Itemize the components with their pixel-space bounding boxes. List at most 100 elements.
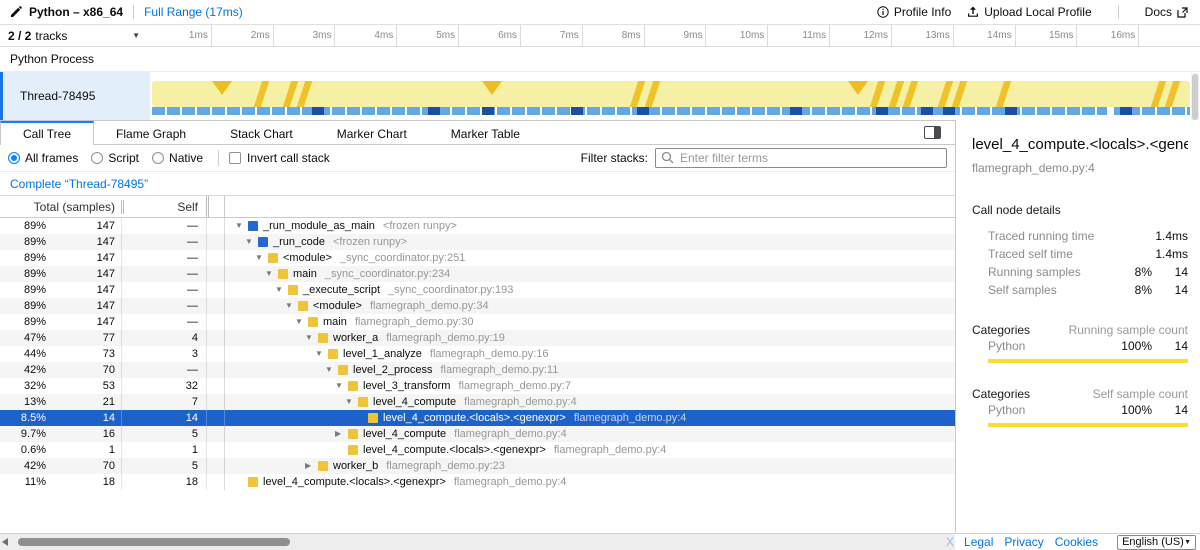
horizontal-scrollbar[interactable] <box>0 534 955 550</box>
marker-slash-icon[interactable] <box>996 81 1011 107</box>
invert-call-stack-label[interactable]: Invert call stack <box>247 151 330 165</box>
table-row[interactable]: 13%217▼level_4_computeflamegraph_demo.py… <box>0 394 955 410</box>
marker-slash-icon[interactable] <box>870 81 885 107</box>
marker-slash-icon[interactable] <box>889 81 904 107</box>
scrollbar-thumb[interactable] <box>18 538 290 546</box>
file-location: <frozen runpy> <box>333 234 407 250</box>
table-row[interactable]: 89%147—▼_run_module_as_main<frozen runpy… <box>0 218 955 234</box>
cell-self-samples: 4 <box>121 330 206 346</box>
table-row[interactable]: 89%147—▼<module>flamegraph_demo.py:34 <box>0 298 955 314</box>
marker-slash-icon[interactable] <box>952 81 967 107</box>
marker-slash-icon[interactable] <box>645 81 660 107</box>
cell-tree: ▼<module>flamegraph_demo.py:34 <box>224 298 955 314</box>
table-row[interactable]: 89%147—▼mainflamegraph_demo.py:30 <box>0 314 955 330</box>
collapse-arrow-icon[interactable]: ▼ <box>335 378 348 394</box>
legal-links: Legal Privacy Cookies <box>964 535 1109 549</box>
thread-track-label[interactable]: Thread-78495 <box>3 72 150 120</box>
collapse-arrow-icon[interactable]: ▼ <box>295 314 308 330</box>
column-header-total[interactable]: Total (samples) <box>0 200 121 214</box>
filter-stacks-input[interactable] <box>655 148 947 168</box>
footer-close-button[interactable]: X <box>946 535 954 549</box>
docs-link[interactable]: Docs <box>1145 5 1188 19</box>
breadcrumb[interactable]: Complete “Thread-78495” <box>10 177 148 191</box>
jank-marker-triangle-icon[interactable] <box>848 81 868 95</box>
file-location: _sync_coordinator.py:234 <box>325 266 450 282</box>
radio-script[interactable] <box>91 152 103 164</box>
collapse-arrow-icon[interactable]: ▼ <box>345 394 358 410</box>
collapse-arrow-icon[interactable]: ▼ <box>255 250 268 266</box>
footer-link-cookies[interactable]: Cookies <box>1055 535 1098 549</box>
collapse-arrow-icon[interactable]: ▼ <box>235 218 248 234</box>
edit-pencil-icon[interactable] <box>10 6 22 18</box>
jank-marker-triangle-icon[interactable] <box>212 81 232 95</box>
marker-slash-icon[interactable] <box>903 81 918 107</box>
collapse-arrow-icon[interactable]: ▼ <box>325 362 338 378</box>
tab-marker-table[interactable]: Marker Table <box>429 121 542 144</box>
cell-total-samples: 16 <box>48 426 121 442</box>
marker-slash-icon[interactable] <box>938 81 953 107</box>
table-row[interactable]: 89%147—▼_run_code<frozen runpy> <box>0 234 955 250</box>
collapse-arrow-icon[interactable]: ▼ <box>265 266 278 282</box>
marker-slash-icon[interactable] <box>297 81 312 107</box>
full-range-link[interactable]: Full Range (17ms) <box>144 5 243 19</box>
tab-flame-graph[interactable]: Flame Graph <box>94 121 208 144</box>
footer-link-privacy[interactable]: Privacy <box>1004 535 1043 549</box>
filter-stacks-label: Filter stacks: <box>581 151 648 165</box>
collapse-arrow-icon[interactable]: ▼ <box>275 282 288 298</box>
thread-track-row[interactable]: Thread-78495 <box>0 72 1200 120</box>
scrollbar-thumb[interactable] <box>1192 74 1198 120</box>
radio-label[interactable]: Native <box>169 151 203 165</box>
table-row[interactable]: 42%70—▼level_2_processflamegraph_demo.py… <box>0 362 955 378</box>
table-row[interactable]: 9.7%165▶level_4_computeflamegraph_demo.p… <box>0 426 955 442</box>
collapse-arrow-icon[interactable]: ▼ <box>245 234 258 250</box>
marker-slash-icon[interactable] <box>283 81 298 107</box>
file-location: flamegraph_demo.py:30 <box>355 314 474 330</box>
table-row[interactable]: 89%147—▼main_sync_coordinator.py:234 <box>0 266 955 282</box>
category-square-icon <box>348 381 358 391</box>
table-row[interactable]: 11%1818level_4_compute.<locals>.<genexpr… <box>0 474 955 490</box>
radio-native[interactable] <box>152 152 164 164</box>
details-sidebar: level_4_compute.<locals>.<genex… flamegr… <box>955 120 1200 533</box>
marker-slash-icon[interactable] <box>1165 81 1180 107</box>
table-row[interactable]: 89%147—▼_execute_script_sync_coordinator… <box>0 282 955 298</box>
column-header-self[interactable]: Self <box>121 200 206 214</box>
marker-slash-icon[interactable] <box>630 81 645 107</box>
process-track-row[interactable]: Python Process <box>0 47 1200 72</box>
radio-all-frames[interactable] <box>8 152 20 164</box>
radio-label[interactable]: Script <box>108 151 139 165</box>
expand-arrow-icon[interactable]: ▶ <box>305 458 318 474</box>
tab-call-tree[interactable]: Call Tree <box>0 121 94 145</box>
marker-slash-icon[interactable] <box>1151 81 1166 107</box>
marker-slash-icon[interactable] <box>254 81 269 107</box>
tab-stack-chart[interactable]: Stack Chart <box>208 121 315 144</box>
expand-arrow-icon[interactable]: ▶ <box>335 426 348 442</box>
cell-total-samples: 147 <box>48 298 121 314</box>
scroll-left-arrow-icon[interactable] <box>2 538 8 546</box>
sidebar-toggle-icon[interactable] <box>924 126 941 139</box>
table-row[interactable]: 32%5332▼level_3_transformflamegraph_demo… <box>0 378 955 394</box>
profile-info-button[interactable]: Profile Info <box>877 5 951 19</box>
table-row[interactable]: 44%733▼level_1_analyzeflamegraph_demo.py… <box>0 346 955 362</box>
collapse-arrow-icon[interactable]: ▼ <box>305 330 318 346</box>
tab-marker-chart[interactable]: Marker Chart <box>315 121 429 144</box>
table-row[interactable]: 0.6%11level_4_compute.<locals>.<genexpr>… <box>0 442 955 458</box>
cell-tree: ▼level_2_processflamegraph_demo.py:11 <box>224 362 955 378</box>
footer-link-legal[interactable]: Legal <box>964 535 993 549</box>
thread-sample-strip[interactable] <box>152 107 1190 115</box>
category-square-icon <box>348 445 358 455</box>
cell-tree: level_4_compute.<locals>.<genexpr>flameg… <box>224 410 955 426</box>
invert-call-stack-checkbox[interactable] <box>229 152 241 164</box>
function-name: level_3_transform <box>363 378 450 394</box>
thread-activity-graph[interactable] <box>152 81 1190 107</box>
radio-label[interactable]: All frames <box>25 151 78 165</box>
table-row[interactable]: 47%774▼worker_aflamegraph_demo.py:19 <box>0 330 955 346</box>
collapse-arrow-icon[interactable]: ▼ <box>285 298 298 314</box>
table-row[interactable]: 89%147—▼<module>_sync_coordinator.py:251 <box>0 250 955 266</box>
table-row[interactable]: 8.5%1414level_4_compute.<locals>.<genexp… <box>0 410 955 426</box>
jank-marker-triangle-icon[interactable] <box>482 81 502 95</box>
table-row[interactable]: 42%705▶worker_bflamegraph_demo.py:23 <box>0 458 955 474</box>
tracks-dropdown[interactable]: 2 / 2 tracks ▼ <box>0 25 150 46</box>
upload-profile-button[interactable]: Upload Local Profile <box>967 5 1091 19</box>
language-select[interactable]: English (US) ▼ <box>1117 535 1196 550</box>
collapse-arrow-icon[interactable]: ▼ <box>315 346 328 362</box>
